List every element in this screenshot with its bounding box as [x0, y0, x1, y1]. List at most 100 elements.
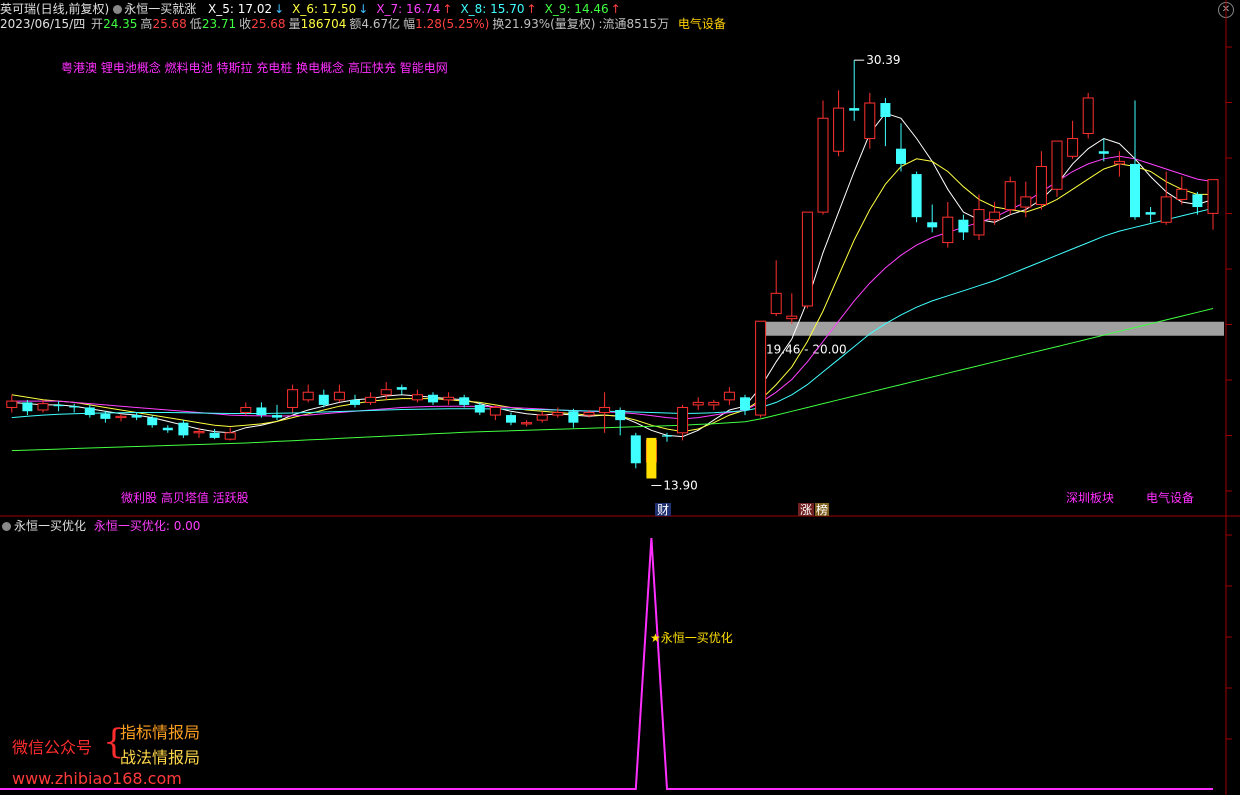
candle-body-down [506, 415, 516, 423]
candle-body-up [770, 292, 782, 315]
candle-body-up [677, 406, 689, 434]
candle [692, 397, 704, 410]
candle-body-up [692, 401, 704, 406]
candle-body-up [552, 412, 564, 416]
candle-body-up [521, 422, 533, 425]
candle [365, 392, 377, 405]
candle-body-up [1020, 196, 1032, 208]
candle-body-down [474, 404, 485, 413]
candle [396, 384, 407, 395]
candle-body-down [911, 174, 922, 218]
badge-zhang: 涨 [800, 502, 812, 517]
concept-tags-top: 粤港澳 锂电池概念 燃料电池 特斯拉 充电桩 换电概念 高压快充 智能电网 [61, 60, 448, 75]
candle-body-down [896, 148, 906, 164]
candle [630, 432, 641, 469]
candle-body-up [817, 117, 829, 213]
candle-body-up [723, 391, 735, 401]
candle [833, 90, 845, 157]
candle [333, 384, 345, 403]
candle [459, 394, 470, 408]
candle [770, 260, 782, 317]
candle [1035, 151, 1047, 210]
candle-body-down [958, 219, 969, 233]
candle [224, 427, 236, 441]
candle [1207, 179, 1219, 230]
candle-body-up [1051, 140, 1063, 190]
candle [287, 384, 299, 413]
candle-body-down [162, 427, 173, 431]
candle-body-up [1035, 165, 1047, 206]
ma-line-x_5 [11, 112, 1214, 438]
candle-body-up [37, 403, 49, 411]
candle-body-up [115, 415, 127, 419]
ma-line-x_8 [11, 207, 1214, 419]
candle-body-up [1207, 179, 1219, 214]
signal-label: ★永恒一买优化 [650, 631, 733, 645]
candle [318, 389, 329, 408]
ma-line-x_7 [11, 155, 1214, 420]
candle-body-up [864, 102, 876, 140]
candle-body-up [973, 209, 985, 236]
candle-body-down [147, 417, 158, 426]
dropdown-icon[interactable] [2, 522, 11, 531]
signal-highlight-bar [646, 437, 657, 479]
candle [801, 211, 813, 309]
candle [162, 425, 173, 433]
candle-body-down [927, 222, 938, 228]
candle [115, 413, 127, 422]
candle [443, 392, 455, 405]
candle-body-up [411, 394, 423, 401]
candle [350, 394, 360, 408]
candle [521, 420, 533, 427]
concept-tag-shenzhen: 深圳板块 [1066, 491, 1114, 505]
candle-body-down [209, 432, 220, 438]
candle [428, 392, 438, 405]
candle-body-up [302, 391, 314, 401]
candle-body-up [489, 406, 501, 416]
candle-body-up [287, 389, 299, 408]
candle-body-down [69, 406, 80, 408]
candle-body-up [224, 432, 236, 440]
candle-body-down [350, 399, 360, 405]
candle-body-up [786, 315, 798, 320]
candle-body-up [443, 396, 455, 401]
candle-body-down [568, 411, 579, 423]
badge-bang: 榜 [816, 502, 828, 517]
candle-body-down [849, 108, 860, 111]
candle-body-up [536, 414, 548, 421]
candle [817, 100, 829, 215]
candle [1051, 140, 1063, 197]
candle-body-down [428, 394, 438, 403]
candle [53, 401, 64, 412]
concept-tag-industry: 电气设备 [1146, 490, 1194, 505]
candle [22, 399, 33, 416]
sub-panel-title[interactable]: 永恒一买优化 [14, 519, 86, 533]
candle [755, 320, 767, 418]
candle [1113, 151, 1125, 177]
kline-chart[interactable]: 19.46 - 20.00 30.39 13.90 粤港澳 锂电池概念 燃料电池 特斯… [0, 0, 1240, 795]
candle [615, 407, 626, 436]
ma-line-x_6 [11, 158, 1213, 433]
candle-body-up [380, 389, 392, 396]
candle-body-down [396, 387, 407, 390]
high-marker-label: 30.39 [866, 53, 900, 67]
candle-body-up [240, 406, 252, 414]
candle-body-down [662, 435, 672, 437]
candle-body-up [599, 406, 611, 414]
candle [411, 389, 423, 403]
candle-body-down [1098, 151, 1109, 154]
candle-body-up [193, 431, 205, 434]
watermark-line-2: 战法情报局 [120, 748, 201, 767]
badge-cai: 财 [657, 503, 669, 517]
watermark-line-1: 指标情报局 [120, 723, 201, 742]
candle [911, 171, 922, 223]
candle [1004, 176, 1016, 215]
sub-panel-header: 永恒一买优化 永恒一买优化: 0.00 [0, 519, 200, 533]
candle-body-down [131, 415, 142, 418]
candle [927, 204, 938, 233]
candle-body-up [1004, 181, 1016, 211]
low-marker-label: 13.90 [663, 478, 697, 492]
candle [489, 404, 501, 421]
candle-body-down [740, 397, 750, 410]
candle-body-up [942, 216, 954, 244]
